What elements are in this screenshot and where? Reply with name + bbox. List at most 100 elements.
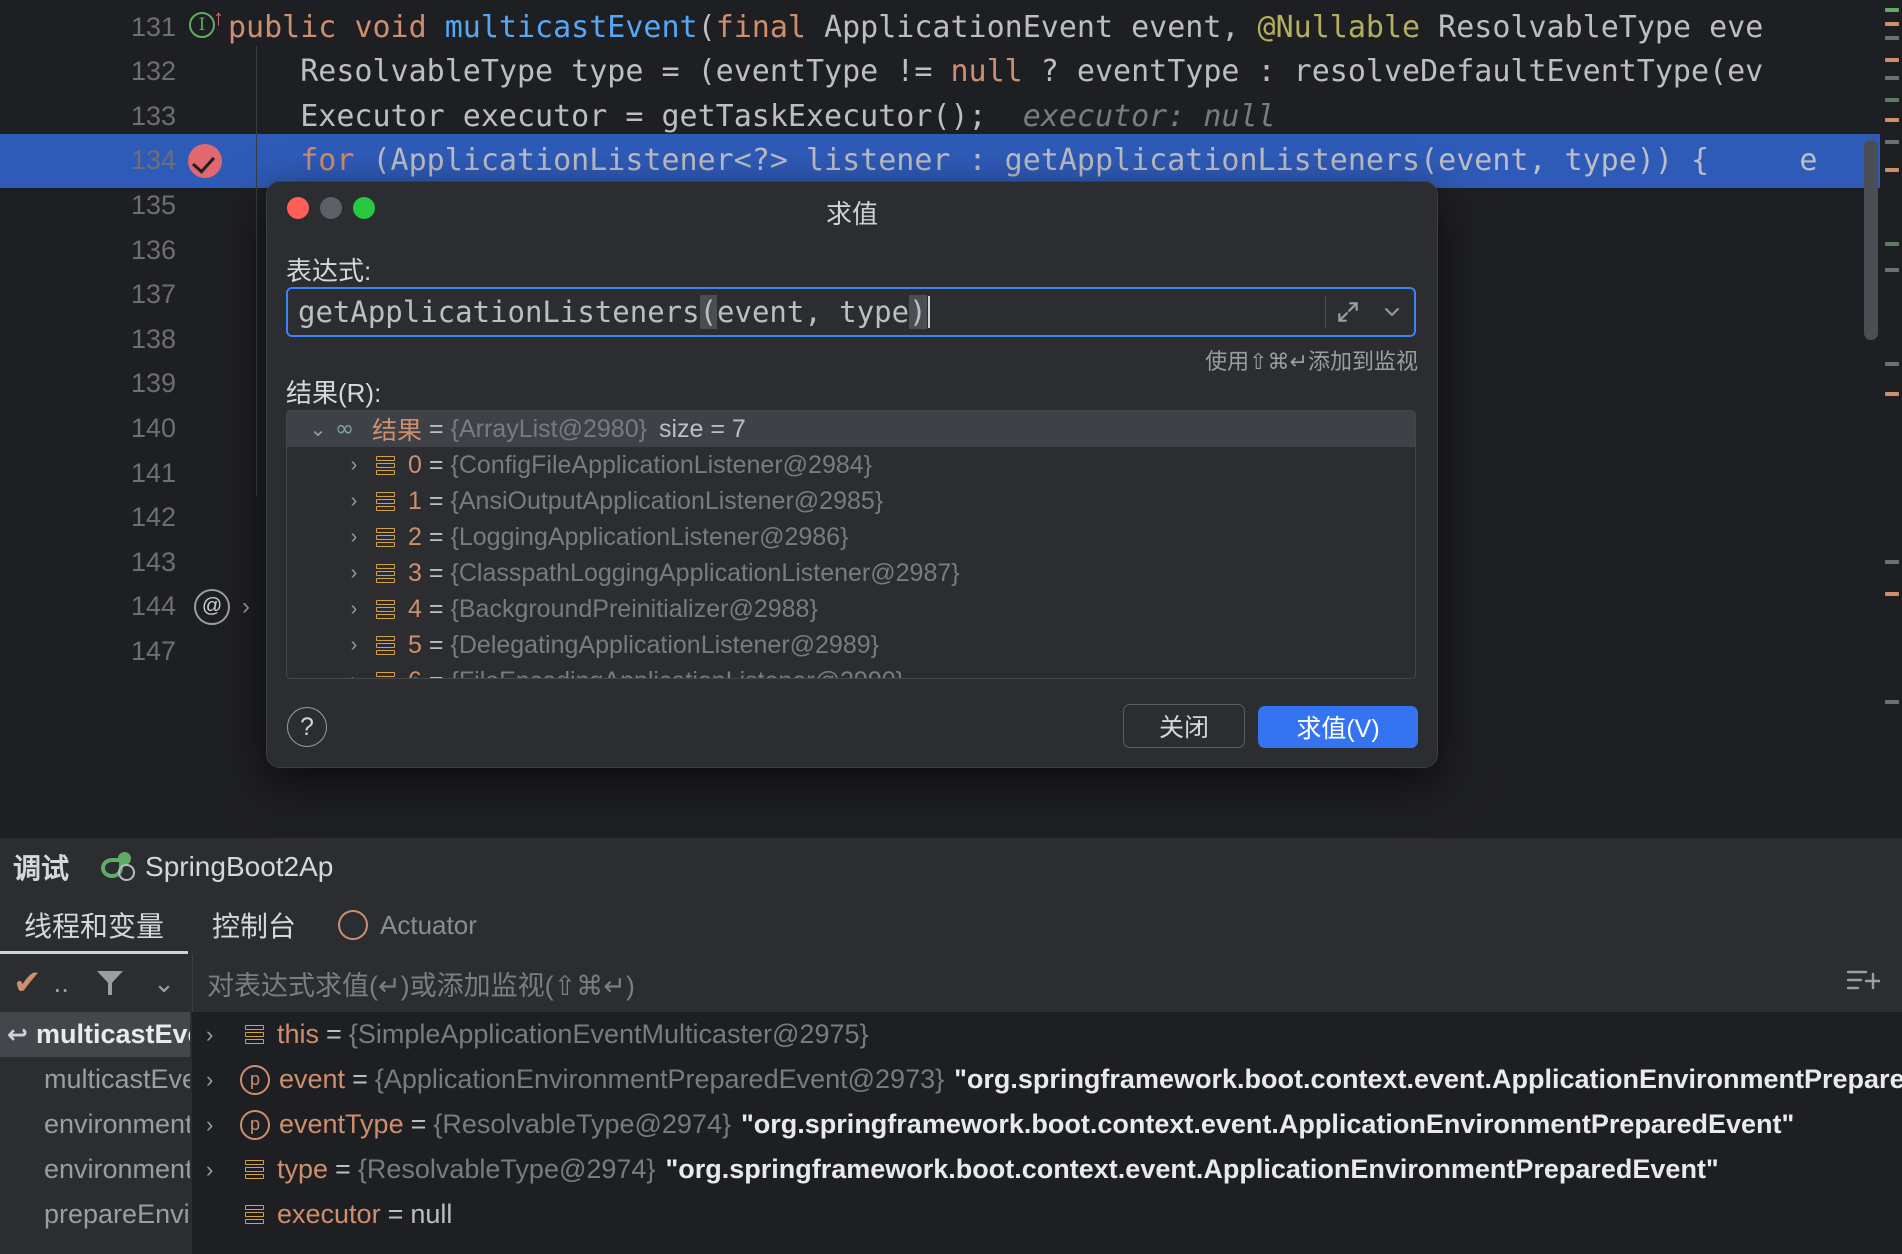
result-item-type: {ClasspathLoggingApplicationListener@298… <box>450 558 960 587</box>
evaluate-expression-dialog[interactable]: 求值 表达式: getApplicationListeners(event, t… <box>266 181 1438 768</box>
variable-name: this <box>277 1019 320 1049</box>
add-watch-icon[interactable] <box>1846 966 1882 1004</box>
equals-sign: = <box>326 1019 342 1049</box>
watch-placeholder: 对表达式求值(↵)或添加监视(⇧⌘↵) <box>207 970 635 1001</box>
chevron-down-icon[interactable] <box>1370 289 1414 335</box>
equals-sign: = <box>352 1064 368 1094</box>
watch-input[interactable]: 对表达式求值(↵)或添加监视(⇧⌘↵) <box>192 954 1902 1012</box>
expression-input-text[interactable]: getApplicationListeners(event, type) <box>288 295 1325 329</box>
param-icon: p <box>240 1109 270 1140</box>
stack-frame-label: multicastEve <box>44 1064 190 1094</box>
variable-value: "org.springframework.boot.context.event.… <box>954 1064 1902 1094</box>
chevron-down-icon[interactable]: ⌄ <box>153 968 175 999</box>
chevron-right-icon[interactable]: › <box>337 562 371 585</box>
stack-frame-row[interactable]: ↩ multicastEve <box>0 1012 190 1057</box>
result-item-type: {ConfigFileApplicationListener@2984} <box>450 450 872 479</box>
chevron-right-icon[interactable]: › <box>206 1067 240 1093</box>
equals-sign: = <box>428 630 444 659</box>
error-stripe[interactable] <box>1880 0 1902 838</box>
variable-row[interactable]: › p eventType = {ResolvableType@2974} "org.sp… <box>192 1102 1902 1147</box>
add-to-watch-hint: 使用⇧⌘↵添加到监视 <box>1205 349 1418 374</box>
result-root-type: {ArrayList@2980} <box>450 414 647 443</box>
list-icon <box>371 527 399 547</box>
variable-row[interactable]: executor = null <box>192 1192 1902 1237</box>
result-item-row[interactable]: › 3 = {ClasspathLoggingApplicationListener@… <box>287 555 1415 591</box>
list-icon <box>240 1025 268 1044</box>
dialog-title: 求值 <box>825 199 878 229</box>
expand-icon[interactable] <box>1326 289 1370 335</box>
annotation-gutter-icon[interactable]: @ › <box>182 588 262 625</box>
chevron-right-icon[interactable]: › <box>337 634 371 657</box>
list-icon <box>371 635 399 655</box>
result-item-index: 0 <box>408 450 422 479</box>
equals-sign: = <box>429 414 444 443</box>
close-button[interactable]: 关闭 <box>1123 704 1245 748</box>
result-item-index: 3 <box>408 558 422 587</box>
result-item-index: 2 <box>408 522 422 551</box>
stack-frame-row[interactable]: prepareEnvi <box>0 1192 190 1237</box>
expression-label: 表达式: <box>286 256 372 286</box>
list-icon <box>371 491 399 511</box>
variable-row[interactable]: › this = {SimpleApplicationEventMulticaster… <box>192 1012 1902 1057</box>
stack-frame-row[interactable]: environment <box>0 1147 190 1192</box>
variable-type: {ApplicationEnvironmentPreparedEvent@297… <box>374 1064 945 1094</box>
stack-frame-row[interactable]: multicastEve <box>0 1057 190 1102</box>
check-icon[interactable]: ✔ <box>13 963 42 1003</box>
result-item-index: 1 <box>408 486 422 515</box>
run-configuration-tab[interactable]: SpringBoot2Ap <box>101 851 333 883</box>
breakpoint-icon[interactable] <box>182 143 228 178</box>
result-item-index: 5 <box>408 630 422 659</box>
chevron-down-icon[interactable]: ⌄ <box>301 417 335 442</box>
chevron-right-icon[interactable]: › <box>337 670 371 679</box>
variables-tree[interactable]: › this = {SimpleApplicationEventMulticaster… <box>192 1012 1902 1254</box>
result-item-index: 6 <box>408 667 422 679</box>
result-item-row[interactable]: › 1 = {AnsiOutputApplicationListener@2985} <box>287 483 1415 519</box>
result-root-row[interactable]: ⌄ ∞ 结果 = {ArrayList@2980} size = 7 <box>287 411 1415 447</box>
variable-row[interactable]: › type = {ResolvableType@2974} "org.springfr… <box>192 1147 1902 1192</box>
matched-bracket: ( <box>699 295 718 329</box>
equals-sign: = <box>410 1109 427 1139</box>
debug-tabs[interactable]: 线程和变量 控制台 Actuator <box>0 896 1902 954</box>
editor-vertical-scrollbar[interactable] <box>1864 140 1878 340</box>
result-item-row[interactable]: › 4 = {BackgroundPreinitializer@2988} <box>287 591 1415 627</box>
debug-window-title: 调试 <box>13 853 70 884</box>
result-item-row[interactable]: › 6 = {FileEncodingApplicationListener@2990… <box>287 663 1415 679</box>
filter-icon[interactable] <box>97 971 124 995</box>
variable-value: "org.springframework.boot.context.event.… <box>741 1109 1795 1139</box>
run-configuration-label: SpringBoot2Ap <box>145 851 334 882</box>
tab-console[interactable]: 控制台 <box>188 896 320 954</box>
chevron-right-icon[interactable]: › <box>206 1157 240 1183</box>
equals-sign: = <box>428 594 444 623</box>
list-icon <box>371 455 399 475</box>
result-root-size: size = 7 <box>658 414 746 443</box>
result-item-row[interactable]: › 5 = {DelegatingApplicationListener@2989} <box>287 627 1415 663</box>
expression-token: getApplicationListeners <box>298 295 700 329</box>
evaluate-button[interactable]: 求值(V) <box>1258 706 1418 748</box>
result-items: › 0 = {ConfigFileApplicationListener@2984} ›… <box>287 447 1415 679</box>
equals-sign: = <box>428 522 444 551</box>
chevron-right-icon[interactable]: › <box>337 598 371 621</box>
chevron-right-icon[interactable]: › <box>337 490 371 513</box>
variable-name: eventType <box>279 1109 404 1139</box>
chevron-right-icon[interactable]: › <box>337 526 371 549</box>
variable-name: executor <box>277 1199 381 1229</box>
help-button[interactable]: ? <box>287 707 327 747</box>
result-item-row[interactable]: › 2 = {LoggingApplicationListener@2986} <box>287 519 1415 555</box>
result-tree[interactable]: ⌄ ∞ 结果 = {ArrayList@2980} size = 7 › 0 = {C… <box>286 410 1416 679</box>
list-icon <box>371 563 399 583</box>
result-item-type: {LoggingApplicationListener@2986} <box>450 522 849 551</box>
equals-sign: = <box>335 1154 351 1184</box>
chevron-right-icon[interactable]: › <box>206 1112 240 1138</box>
chevron-right-icon[interactable]: › <box>337 454 371 477</box>
tab-actuator[interactable]: Actuator <box>338 910 477 941</box>
more-icon[interactable]: .. <box>54 967 70 999</box>
stack-frame-row[interactable]: environment <box>0 1102 190 1147</box>
dialog-titlebar[interactable]: 求值 <box>267 182 1437 234</box>
result-item-row[interactable]: › 0 = {ConfigFileApplicationListener@2984} <box>287 447 1415 483</box>
variable-row[interactable]: › p event = {ApplicationEnvironmentPreparedE… <box>192 1057 1902 1102</box>
run-gutter-icon[interactable]: I ↑ <box>182 7 228 45</box>
stack-frames-list[interactable]: ↩ multicastEve multicastEve environment envi… <box>0 1012 190 1254</box>
chevron-right-icon[interactable]: › <box>206 1022 240 1048</box>
tab-threads-and-variables[interactable]: 线程和变量 <box>0 896 189 954</box>
expression-input[interactable]: getApplicationListeners(event, type) <box>286 287 1416 337</box>
